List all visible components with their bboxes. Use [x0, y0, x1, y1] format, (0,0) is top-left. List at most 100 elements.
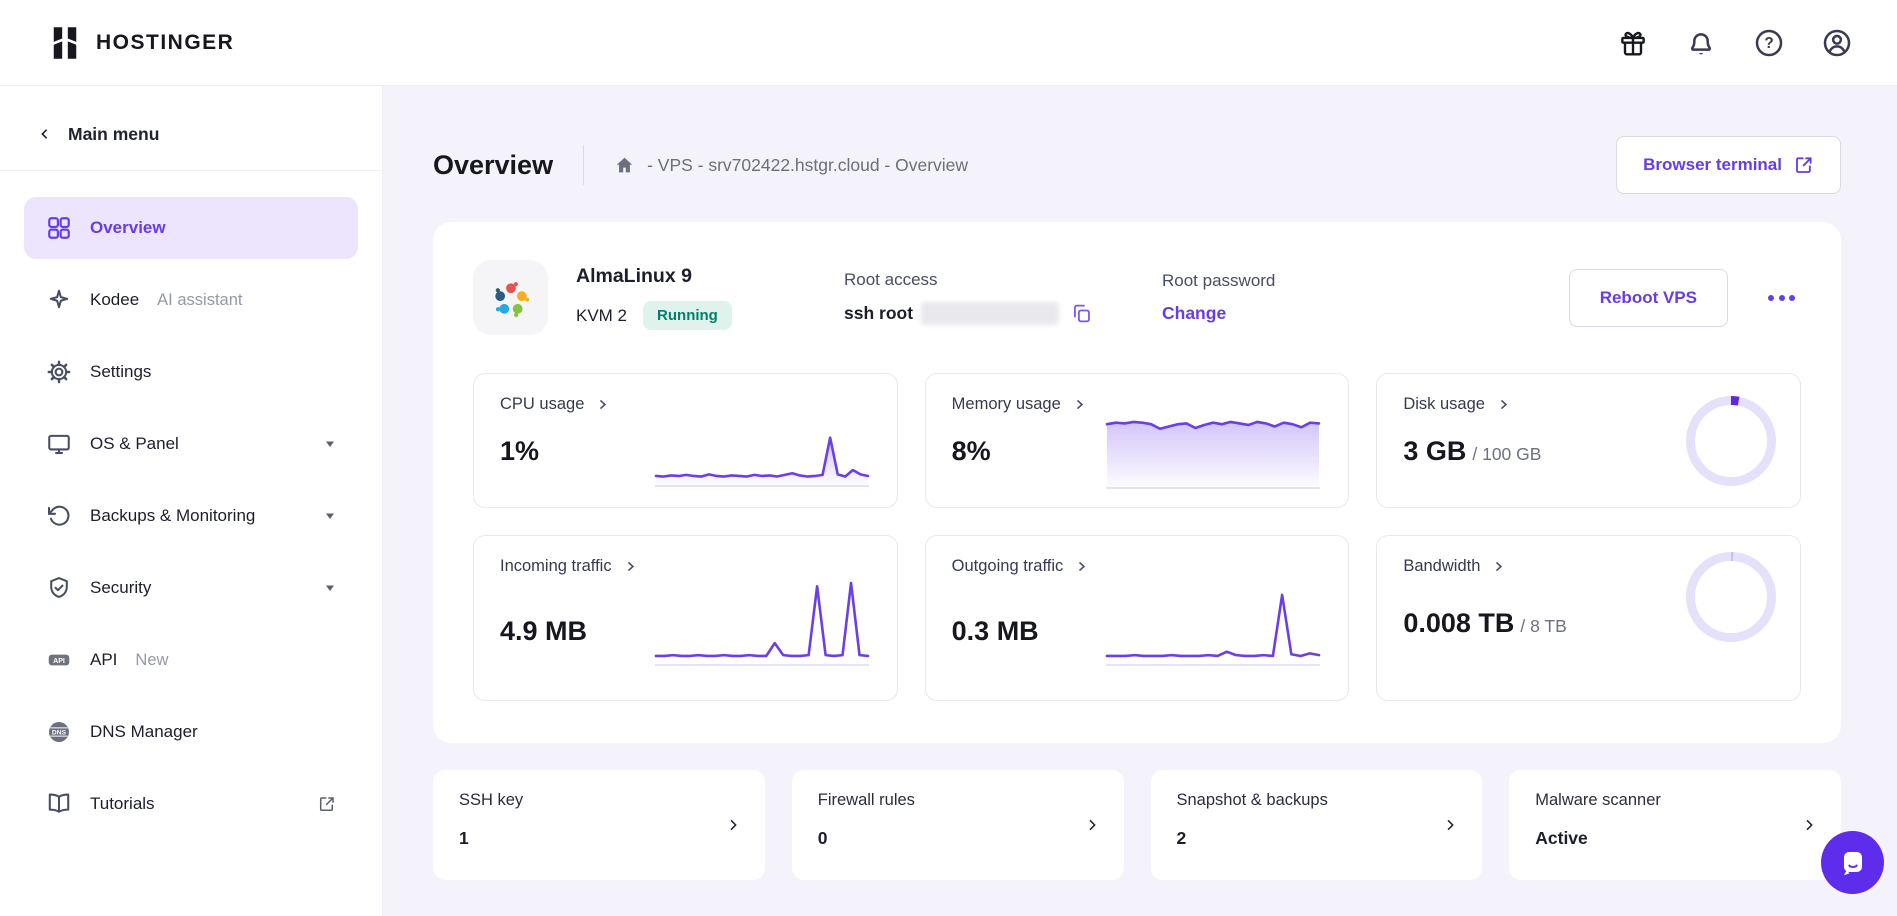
chevron-down-icon: [324, 510, 336, 522]
chevron-right-icon: [596, 398, 609, 411]
chevron-right-icon: [624, 560, 637, 573]
server-os-name: AlmaLinux 9: [576, 265, 844, 288]
root-access-value: ssh root: [844, 303, 913, 324]
grid-icon: [46, 215, 72, 241]
hostinger-logo[interactable]: HOSTINGER: [47, 25, 234, 61]
chat-bubble-icon: [1837, 847, 1869, 879]
server-overview-card: AlmaLinux 9 KVM 2 Running Root access ss…: [433, 222, 1841, 743]
browser-terminal-button[interactable]: Browser terminal: [1616, 136, 1841, 194]
tile-label: Memory usage: [952, 395, 1061, 414]
sidebar-item-security[interactable]: Security: [24, 557, 358, 619]
quick-card-label: Firewall rules: [818, 791, 1098, 810]
bandwidth-value: 0.008 TB/ 8 TB: [1403, 604, 1588, 643]
api-badge-icon: API: [46, 647, 72, 673]
sidebar-item-tutorials[interactable]: Tutorials: [24, 773, 358, 835]
breadcrumb: - VPS - srv702422.hstgr.cloud - Overview: [614, 155, 968, 176]
restore-icon: [46, 503, 72, 529]
memory-sparkline-chart: [1104, 403, 1322, 489]
quick-card-label: Malware scanner: [1535, 791, 1815, 810]
hostinger-logo-icon: [47, 25, 83, 61]
page-title: Overview: [433, 150, 553, 181]
account-icon[interactable]: [1821, 27, 1853, 59]
disk-used: 3 GB: [1403, 436, 1466, 466]
svg-text:DNS: DNS: [52, 730, 67, 737]
tile-label: Outgoing traffic: [952, 557, 1064, 576]
quick-card-value: 0: [818, 828, 1098, 849]
book-icon: [46, 791, 72, 817]
chevron-right-icon: [1442, 817, 1458, 833]
sidebar-item-label: API: [90, 650, 117, 670]
external-link-icon: [1794, 155, 1814, 175]
monitor-icon: [46, 431, 72, 457]
external-link-icon: [318, 795, 336, 813]
chevron-right-icon: [1492, 560, 1505, 573]
notifications-bell-icon[interactable]: [1685, 27, 1717, 59]
sidebar-item-os-panel[interactable]: OS & Panel: [24, 413, 358, 475]
sidebar-item-label: Kodee: [90, 290, 139, 310]
bandwidth-ring-chart: [1686, 552, 1776, 642]
sidebar-item-kodee[interactable]: Kodee AI assistant: [24, 269, 358, 331]
outgoing-traffic-tile: Outgoing traffic 0.3 MB: [925, 535, 1350, 701]
sidebar-item-label: Settings: [90, 362, 151, 382]
chevron-right-icon: [1073, 398, 1086, 411]
chevron-down-icon: [324, 438, 336, 450]
ssh-key-card[interactable]: SSH key 1: [433, 770, 765, 880]
disk-total: / 100 GB: [1472, 444, 1541, 464]
top-bar: HOSTINGER ?: [0, 0, 1897, 86]
tile-label: CPU usage: [500, 395, 584, 414]
breadcrumb-text: - VPS - srv702422.hstgr.cloud - Overview: [647, 155, 968, 176]
chat-widget-button[interactable]: [1821, 831, 1884, 894]
browser-terminal-label: Browser terminal: [1643, 155, 1782, 175]
chevron-right-icon: [1075, 560, 1088, 573]
memory-usage-tile: Memory usage 8%: [925, 373, 1350, 508]
reboot-vps-label: Reboot VPS: [1600, 288, 1697, 308]
change-password-link[interactable]: Change: [1162, 303, 1226, 324]
tile-label: Disk usage: [1403, 395, 1485, 414]
reboot-vps-button[interactable]: Reboot VPS: [1569, 269, 1728, 327]
malware-scanner-card[interactable]: Malware scanner Active: [1509, 770, 1841, 880]
sidebar-item-dns-manager[interactable]: DNS DNS Manager: [24, 701, 358, 763]
svg-text:?: ?: [1764, 34, 1773, 51]
cpu-usage-link[interactable]: CPU usage: [500, 395, 871, 414]
root-access-label: Root access: [844, 270, 1162, 290]
tile-label: Bandwidth: [1403, 557, 1480, 576]
outgoing-traffic-sparkline-chart: [1104, 570, 1322, 666]
sidebar-item-settings[interactable]: Settings: [24, 341, 358, 403]
back-to-main-menu[interactable]: Main menu: [0, 108, 382, 160]
sidebar-item-suffix: AI assistant: [157, 291, 242, 310]
quick-card-label: SSH key: [459, 791, 739, 810]
back-label: Main menu: [68, 124, 159, 145]
sidebar-item-label: Tutorials: [90, 794, 155, 814]
snapshot-backups-card[interactable]: Snapshot & backups 2: [1151, 770, 1483, 880]
chevron-right-icon: [1801, 817, 1817, 833]
root-access-redacted: [921, 302, 1059, 325]
almalinux-logo: [473, 260, 548, 335]
sidebar-item-backups-monitoring[interactable]: Backups & Monitoring: [24, 485, 358, 547]
tile-label: Incoming traffic: [500, 557, 612, 576]
dns-globe-icon: DNS: [46, 719, 72, 745]
help-icon[interactable]: ?: [1753, 27, 1785, 59]
chevron-right-icon: [1084, 817, 1100, 833]
server-plan: KVM 2: [576, 306, 627, 326]
chevron-left-icon: [37, 126, 53, 142]
sidebar-item-label: Overview: [90, 218, 166, 238]
sidebar: Main menu Overview Kodee: [0, 86, 383, 916]
quick-card-value: 2: [1177, 828, 1457, 849]
shield-check-icon: [46, 575, 72, 601]
bandwidth-used: 0.008 TB: [1403, 608, 1514, 638]
firewall-rules-card[interactable]: Firewall rules 0: [792, 770, 1124, 880]
cpu-usage-tile: CPU usage 1%: [473, 373, 898, 508]
sidebar-item-api[interactable]: API API New: [24, 629, 358, 691]
sidebar-item-overview[interactable]: Overview: [24, 197, 358, 259]
svg-text:API: API: [53, 658, 65, 665]
status-badge: Running: [643, 301, 732, 330]
quick-card-value: Active: [1535, 828, 1815, 849]
copy-icon[interactable]: [1071, 303, 1092, 324]
quick-card-label: Snapshot & backups: [1177, 791, 1457, 810]
more-options-icon[interactable]: [1762, 289, 1801, 307]
gift-icon[interactable]: [1617, 27, 1649, 59]
incoming-traffic-tile: Incoming traffic 4.9 MB: [473, 535, 898, 701]
sidebar-item-label: DNS Manager: [90, 722, 198, 742]
home-icon[interactable]: [614, 155, 635, 176]
ai-spark-icon: [46, 287, 72, 313]
